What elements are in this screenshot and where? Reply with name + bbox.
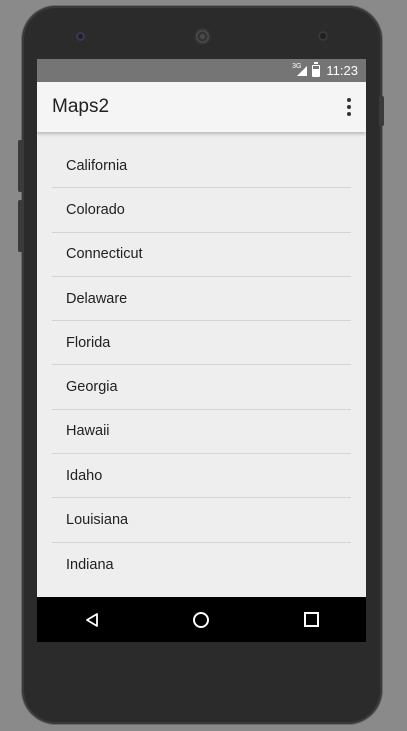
navigation-bar	[37, 597, 366, 642]
proximity-sensor-icon	[318, 31, 328, 41]
more-vert-icon[interactable]	[346, 98, 352, 116]
recents-square-icon	[303, 612, 319, 627]
list-item-indiana[interactable]: Indiana	[52, 543, 351, 587]
front-camera-icon	[76, 32, 85, 41]
list-item-georgia[interactable]: Georgia	[52, 365, 351, 410]
list-item-california[interactable]: California	[52, 144, 351, 189]
back-triangle-icon	[85, 612, 98, 627]
list-item-colorado[interactable]: Colorado	[52, 188, 351, 233]
home-circle-icon	[193, 611, 210, 628]
volume-down-button	[18, 200, 23, 252]
app-bar: Maps2	[37, 82, 366, 132]
state-list: California Colorado Connecticut Delaware…	[37, 132, 366, 587]
status-time: 11:23	[326, 63, 358, 78]
back-button[interactable]	[72, 600, 112, 640]
list-item-connecticut[interactable]: Connecticut	[52, 233, 351, 277]
list-item-delaware[interactable]: Delaware	[52, 277, 351, 322]
list-item-idaho[interactable]: Idaho	[52, 454, 351, 499]
list-item-florida[interactable]: Florida	[52, 321, 351, 366]
status-bar: 3G 11:23	[37, 59, 366, 82]
list-item-hawaii[interactable]: Hawaii	[52, 410, 351, 455]
device-screen: 3G 11:23 Maps2 California Colorado Conne…	[37, 59, 366, 641]
battery-icon	[312, 62, 321, 77]
app-title: Maps2	[52, 96, 110, 117]
recents-button[interactable]	[291, 600, 331, 640]
earpiece-speaker-icon	[194, 28, 211, 45]
volume-up-button	[18, 140, 23, 192]
list-item-louisiana[interactable]: Louisiana	[52, 498, 351, 543]
power-button	[379, 96, 384, 126]
network-type: 3G	[292, 63, 302, 70]
home-button[interactable]	[181, 600, 221, 640]
